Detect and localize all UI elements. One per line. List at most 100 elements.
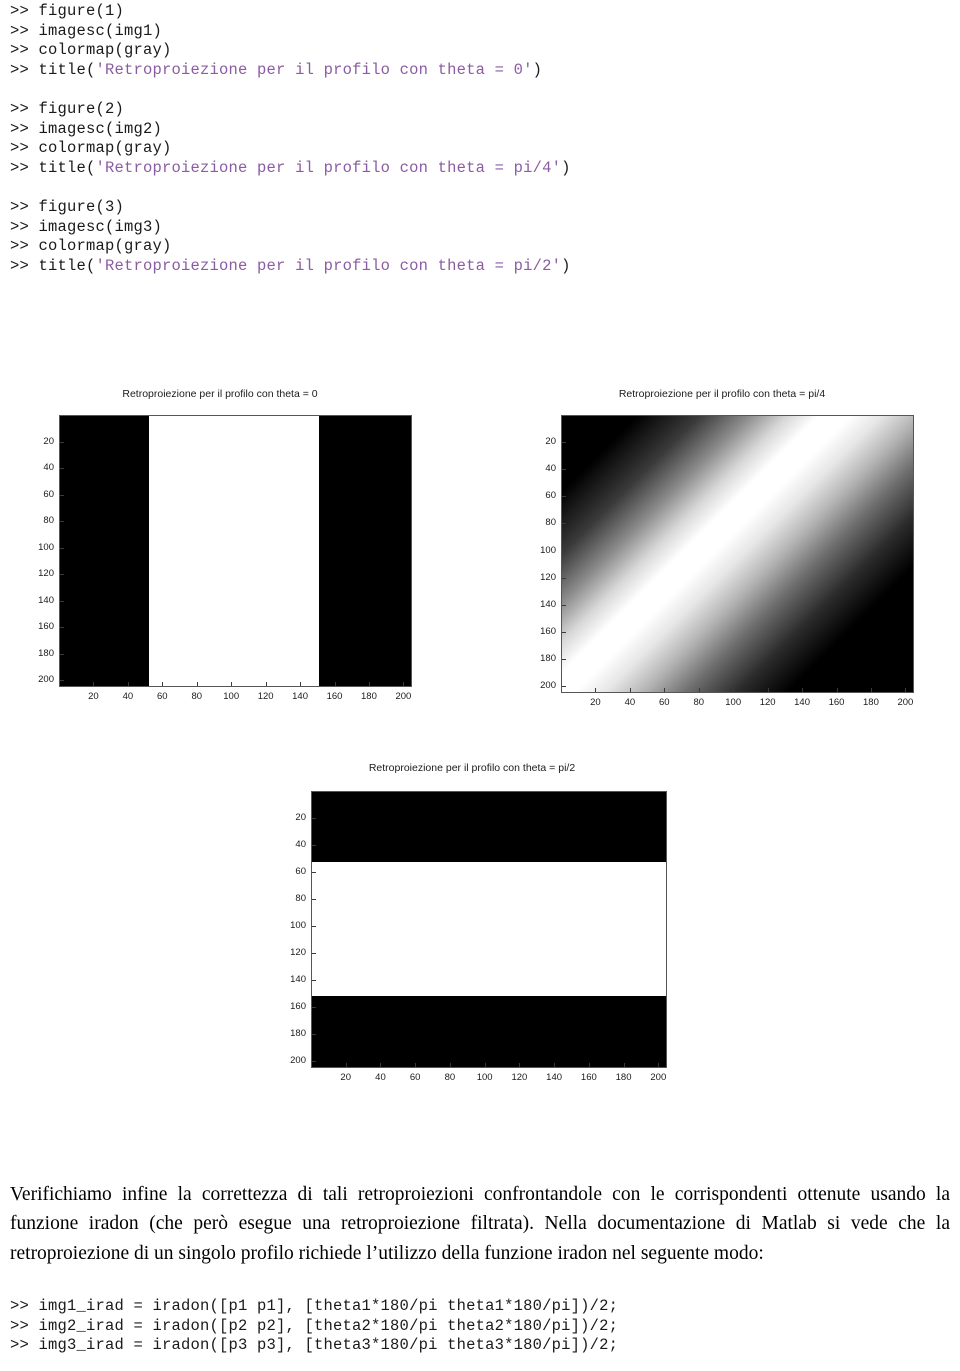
string-literal: 'Retroproiezione per il profilo con thet… bbox=[95, 158, 562, 177]
code-text: title( bbox=[38, 158, 96, 177]
y-tick-mark bbox=[60, 494, 64, 496]
y-tick-label: 20 bbox=[43, 435, 54, 447]
x-tick-mark bbox=[554, 1063, 556, 1067]
x-tick-label: 20 bbox=[340, 1072, 351, 1083]
y-tick-label: 180 bbox=[38, 647, 54, 659]
x-tick-mark bbox=[127, 682, 129, 686]
x-tick-mark bbox=[664, 688, 666, 692]
figure-2-theta-pi-4: Retroproiezione per il profilo con theta… bbox=[522, 388, 922, 708]
y-tick-mark bbox=[312, 899, 316, 901]
x-tick-label: 20 bbox=[88, 691, 99, 702]
x-tick-mark bbox=[484, 1063, 486, 1067]
code-line: >> colormap(gray) bbox=[10, 41, 950, 61]
y-tick-mark bbox=[60, 680, 64, 682]
y-tick-mark bbox=[562, 659, 566, 661]
code-line: >> title('Retroproiezione per il profilo… bbox=[10, 61, 950, 81]
code-line: >> title('Retroproiezione per il profilo… bbox=[10, 159, 950, 179]
figure-3-image bbox=[312, 792, 666, 1067]
y-tick-mark bbox=[60, 547, 64, 549]
figure-3-title: Retroproiezione per il profilo con theta… bbox=[368, 762, 576, 774]
x-tick-label: 160 bbox=[326, 691, 343, 702]
x-tick-mark bbox=[519, 1063, 521, 1067]
y-tick-label: 160 bbox=[38, 621, 54, 633]
prompt: >> bbox=[10, 60, 39, 79]
x-tick-label: 80 bbox=[444, 1072, 456, 1083]
code-line: >> colormap(gray) bbox=[10, 139, 950, 159]
x-tick-label: 20 bbox=[590, 697, 601, 708]
x-tick-mark bbox=[629, 688, 631, 692]
y-tick-mark bbox=[562, 577, 566, 579]
x-tick-mark bbox=[300, 682, 302, 686]
x-tick-mark bbox=[403, 682, 405, 686]
figure-1-title: Retroproiezione per il profilo con theta… bbox=[122, 388, 318, 400]
y-tick-label: 100 bbox=[540, 544, 556, 556]
x-tick-label: 100 bbox=[223, 691, 240, 702]
code-line: >> img3_irad = iradon([p3 p3], [theta3*1… bbox=[10, 1336, 619, 1355]
prompt: >> bbox=[10, 197, 39, 216]
code-line: >> figure(1) bbox=[10, 2, 950, 22]
x-tick-label: 200 bbox=[650, 1072, 667, 1083]
y-tick-label: 180 bbox=[290, 1028, 306, 1040]
y-tick-label: 200 bbox=[38, 674, 54, 686]
code-text: ) bbox=[532, 60, 543, 79]
x-tick-label: 100 bbox=[725, 697, 742, 708]
matlab-code-block-bottom: >> img1_irad = iradon([p1 p1], [theta1*1… bbox=[10, 1297, 950, 1356]
matlab-code-block-top: >> figure(1) >> imagesc(img1) >> colormap(… bbox=[10, 2, 950, 276]
body-paragraph: Verifichiamo infine la correttezza di ta… bbox=[10, 1183, 950, 1264]
code-text: figure(3) bbox=[38, 197, 125, 216]
code-group: >> figure(2) >> imagesc(img2) >> colormap(… bbox=[10, 100, 950, 178]
y-tick-mark bbox=[60, 627, 64, 629]
x-tick-mark bbox=[905, 688, 907, 692]
x-tick-label: 160 bbox=[580, 1072, 597, 1083]
x-tick-mark bbox=[802, 688, 804, 692]
y-tick-label: 180 bbox=[540, 653, 556, 665]
x-tick-label: 120 bbox=[511, 1072, 528, 1083]
x-tick-label: 180 bbox=[863, 697, 879, 708]
x-tick-mark bbox=[588, 1063, 590, 1067]
code-line: >> imagesc(img3) bbox=[10, 218, 950, 238]
prompt: >> bbox=[10, 2, 39, 20]
y-tick-mark bbox=[312, 980, 316, 982]
code-text: imagesc(img3) bbox=[38, 217, 163, 236]
code-group: >> figure(3) >> imagesc(img3) >> colormap(… bbox=[10, 198, 950, 276]
y-tick-label: 160 bbox=[540, 625, 556, 637]
y-tick-mark bbox=[60, 600, 64, 602]
x-tick-mark bbox=[196, 682, 198, 686]
prompt: >> bbox=[10, 256, 39, 275]
prompt: >> bbox=[10, 41, 39, 60]
x-tick-mark bbox=[265, 682, 267, 686]
x-tick-label: 60 bbox=[157, 691, 168, 702]
y-tick-mark bbox=[60, 574, 64, 576]
x-tick-label: 140 bbox=[292, 691, 308, 702]
y-tick-label: 100 bbox=[290, 920, 306, 932]
y-tick-mark bbox=[562, 604, 566, 606]
code-text: figure(2) bbox=[38, 99, 125, 118]
prompt: >> bbox=[10, 158, 39, 177]
x-tick-label: 200 bbox=[897, 697, 914, 708]
y-tick-label: 40 bbox=[295, 839, 306, 851]
y-tick-mark bbox=[312, 818, 316, 820]
code-text: colormap(gray) bbox=[38, 237, 172, 256]
figure-1-theta-0: Retroproiezione per il profilo con theta… bbox=[20, 388, 420, 703]
y-tick-label: 40 bbox=[545, 463, 556, 475]
x-tick-label: 60 bbox=[659, 697, 670, 708]
y-tick-mark bbox=[312, 926, 316, 928]
y-tick-mark bbox=[60, 521, 64, 523]
x-tick-label: 40 bbox=[624, 697, 636, 708]
figure-2-title: Retroproiezione per il profilo con theta… bbox=[618, 388, 826, 400]
y-tick-mark bbox=[562, 631, 566, 633]
y-tick-label: 140 bbox=[540, 598, 556, 610]
x-tick-mark bbox=[93, 682, 95, 686]
y-tick-label: 140 bbox=[38, 594, 54, 606]
code-line: >> img2_irad = iradon([p2 p2], [theta2*1… bbox=[10, 1316, 619, 1335]
code-line: >> title('Retroproiezione per il profilo… bbox=[10, 257, 950, 277]
y-tick-mark bbox=[562, 686, 566, 688]
code-text: title( bbox=[38, 256, 96, 275]
figure-2-plot-area bbox=[561, 415, 914, 693]
y-tick-label: 80 bbox=[545, 517, 556, 529]
y-tick-label: 200 bbox=[540, 680, 556, 692]
x-tick-mark bbox=[623, 1063, 625, 1067]
x-tick-mark bbox=[334, 682, 336, 686]
figure-1-white-band bbox=[149, 416, 319, 686]
x-tick-label: 140 bbox=[794, 697, 810, 708]
